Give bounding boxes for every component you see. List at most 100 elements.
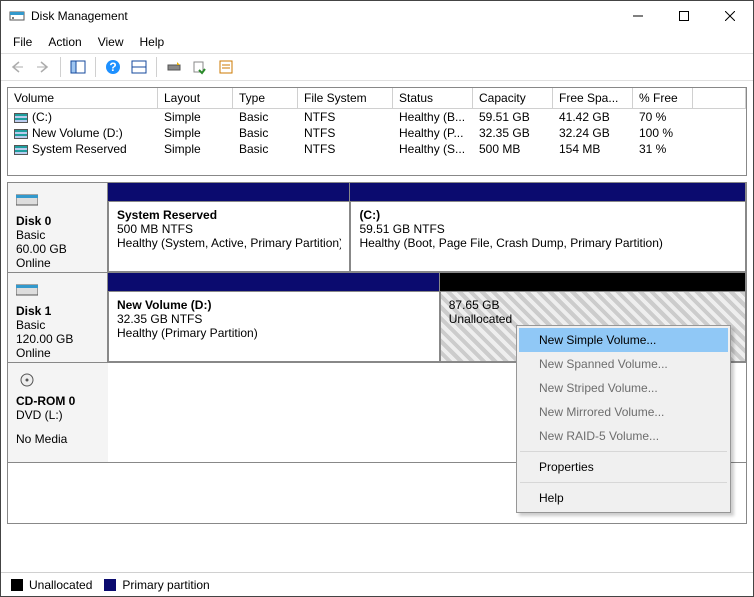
table-row[interactable]: System Reserved Simple Basic NTFS Health…: [8, 141, 746, 157]
cell-capacity: 500 MB: [473, 141, 553, 157]
menu-new-spanned-volume: New Spanned Volume...: [519, 352, 728, 376]
col-capacity[interactable]: Capacity: [473, 88, 553, 109]
menu-file[interactable]: File: [5, 33, 40, 51]
title-bar: Disk Management: [1, 1, 753, 31]
cell-status: Healthy (B...: [393, 109, 473, 125]
disk-type: DVD (L:): [16, 408, 100, 422]
table-header: Volume Layout Type File System Status Ca…: [8, 88, 746, 109]
rescan-button[interactable]: [188, 55, 212, 79]
menu-separator: [520, 451, 727, 452]
close-button[interactable]: [707, 1, 753, 31]
cell-capacity: 32.35 GB: [473, 125, 553, 141]
volume-icon: [14, 145, 28, 155]
menu-new-striped-volume: New Striped Volume...: [519, 376, 728, 400]
menu-action[interactable]: Action: [40, 33, 89, 51]
disk-size: 60.00 GB: [16, 242, 99, 256]
table-row[interactable]: New Volume (D:) Simple Basic NTFS Health…: [8, 125, 746, 141]
disk-info[interactable]: Disk 1 Basic 120.00 GB Online: [8, 273, 108, 362]
partition-system-reserved[interactable]: System Reserved 500 MB NTFS Healthy (Sys…: [108, 201, 350, 272]
partition-size: 500 MB NTFS: [117, 222, 341, 236]
cell-free: 32.24 GB: [553, 125, 633, 141]
volume-icon: [14, 113, 28, 123]
disk-type: Basic: [16, 228, 99, 242]
col-type[interactable]: Type: [233, 88, 298, 109]
maximize-button[interactable]: [661, 1, 707, 31]
cell-fs: NTFS: [298, 109, 393, 125]
cell-layout: Simple: [158, 109, 233, 125]
show-hide-console-button[interactable]: [66, 55, 90, 79]
legend: Unallocated Primary partition: [1, 572, 753, 596]
menu-view[interactable]: View: [90, 33, 132, 51]
volume-icon: [14, 129, 28, 139]
cell-free: 154 MB: [553, 141, 633, 157]
forward-button[interactable]: [31, 55, 55, 79]
cell-volume: New Volume (D:): [32, 126, 123, 140]
disk-size: 120.00 GB: [16, 332, 99, 346]
cell-status: Healthy (S...: [393, 141, 473, 157]
partition-name: System Reserved: [117, 208, 341, 222]
cell-pct: 70 %: [633, 109, 693, 125]
partition-status: Healthy (Boot, Page File, Crash Dump, Pr…: [359, 236, 737, 250]
partition-status: Unallocated: [449, 312, 737, 326]
disk-icon: [16, 193, 38, 207]
disk-info[interactable]: CD-ROM 0 DVD (L:) No Media: [8, 363, 108, 462]
legend-swatch-unallocated: [11, 579, 23, 591]
partition-size: 32.35 GB NTFS: [117, 312, 431, 326]
svg-text:?: ?: [109, 60, 116, 74]
partition-header-bar: [108, 273, 440, 291]
views-button[interactable]: [127, 55, 151, 79]
partition-d[interactable]: New Volume (D:) 32.35 GB NTFS Healthy (P…: [108, 291, 440, 362]
disk-info[interactable]: Disk 0 Basic 60.00 GB Online: [8, 183, 108, 272]
toolbar-separator: [156, 57, 157, 77]
partition-status: Healthy (Primary Partition): [117, 326, 431, 340]
col-percent-free[interactable]: % Free: [633, 88, 693, 109]
menu-bar: File Action View Help: [1, 31, 753, 53]
disk-status: Online: [16, 256, 99, 270]
partition-header-bar: [108, 183, 350, 201]
refresh-button[interactable]: [162, 55, 186, 79]
col-status[interactable]: Status: [393, 88, 473, 109]
back-button[interactable]: [5, 55, 29, 79]
disk-row: Disk 0 Basic 60.00 GB Online System Rese…: [8, 183, 746, 273]
col-free-space[interactable]: Free Spa...: [553, 88, 633, 109]
partition-size: 59.51 GB NTFS: [359, 222, 737, 236]
menu-new-simple-volume[interactable]: New Simple Volume...: [519, 328, 728, 352]
toolbar: ?: [1, 53, 753, 81]
disk-name: CD-ROM 0: [16, 394, 100, 408]
menu-separator: [520, 482, 727, 483]
menu-help[interactable]: Help: [519, 486, 728, 510]
app-icon: [9, 8, 25, 24]
cell-capacity: 59.51 GB: [473, 109, 553, 125]
col-layout[interactable]: Layout: [158, 88, 233, 109]
partition-status: Healthy (System, Active, Primary Partiti…: [117, 236, 341, 250]
menu-new-mirrored-volume: New Mirrored Volume...: [519, 400, 728, 424]
partition-header-bar: [350, 183, 746, 201]
volume-list[interactable]: Volume Layout Type File System Status Ca…: [7, 87, 747, 176]
menu-new-raid5-volume: New RAID-5 Volume...: [519, 424, 728, 448]
toolbar-separator: [60, 57, 61, 77]
minimize-button[interactable]: [615, 1, 661, 31]
cdrom-icon: [16, 373, 38, 387]
partition-c[interactable]: (C:) 59.51 GB NTFS Healthy (Boot, Page F…: [350, 201, 746, 272]
col-filesystem[interactable]: File System: [298, 88, 393, 109]
partition-header-bar: [440, 273, 746, 291]
properties-button[interactable]: [214, 55, 238, 79]
window-title: Disk Management: [31, 9, 615, 23]
col-spacer: [693, 88, 746, 109]
menu-properties[interactable]: Properties: [519, 455, 728, 479]
help-button[interactable]: ?: [101, 55, 125, 79]
cell-volume: System Reserved: [32, 142, 127, 156]
table-row[interactable]: (C:) Simple Basic NTFS Healthy (B... 59.…: [8, 109, 746, 125]
cell-pct: 31 %: [633, 141, 693, 157]
disk-status: Online: [16, 346, 99, 360]
disk-type: Basic: [16, 318, 99, 332]
cell-type: Basic: [233, 141, 298, 157]
legend-swatch-primary: [104, 579, 116, 591]
menu-help[interactable]: Help: [132, 33, 173, 51]
cell-pct: 100 %: [633, 125, 693, 141]
legend-label-primary: Primary partition: [122, 578, 209, 592]
col-volume[interactable]: Volume: [8, 88, 158, 109]
partition-name: New Volume (D:): [117, 298, 431, 312]
cell-layout: Simple: [158, 125, 233, 141]
cell-layout: Simple: [158, 141, 233, 157]
